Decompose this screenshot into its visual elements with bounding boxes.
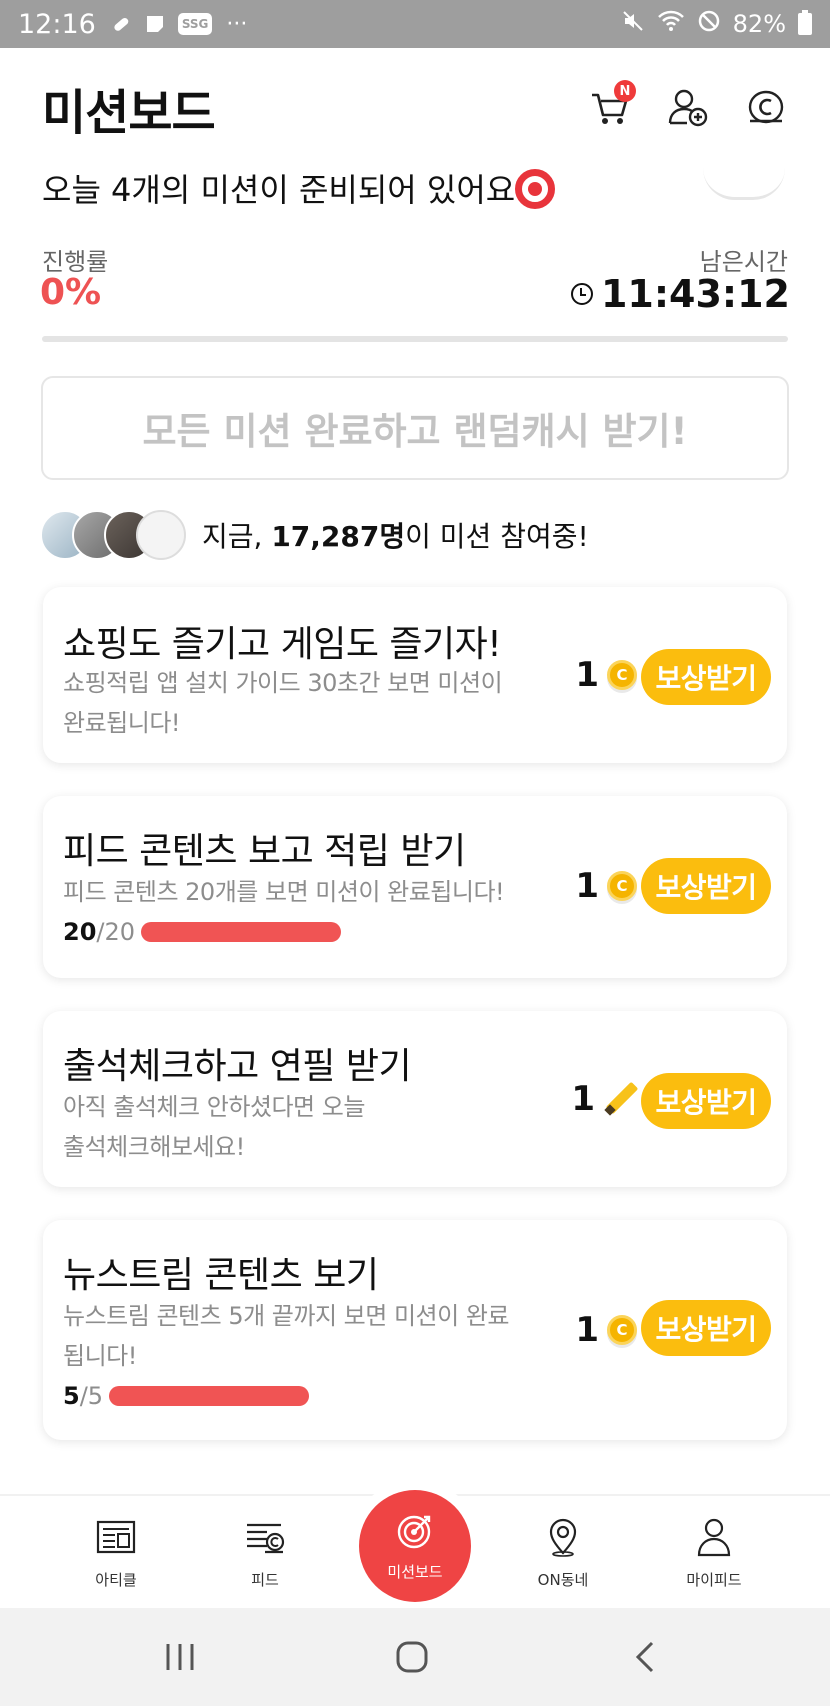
system-navigation-bar [0,1608,830,1706]
wifi-icon [657,9,685,39]
page-title: 미션보드 [42,85,216,141]
battery-icon [798,10,812,35]
mission-progress-bar [109,1386,310,1406]
cash-coin-icon [748,90,784,124]
nav-missionboard[interactable]: 미션보드 [359,1490,471,1602]
pill-icon [110,13,132,35]
add-friend-button[interactable] [666,86,710,130]
remaining-time-value: 11:43:12 [600,272,790,316]
more-notifications-icon: ··· [226,11,248,37]
mission-progress: 20/20 [63,918,342,946]
mission-intro-text: 오늘 4개의 미션이 준비되어 있어요 [42,171,516,209]
mission-reward: 1 C [575,1310,637,1350]
do-not-disturb-icon [697,9,721,39]
mission-card: 뉴스트림 콘텐츠 보기 뉴스트림 콘텐츠 5개 끝까지 보면 미션이 완료됩니다… [43,1220,787,1440]
nav-on-neighborhood[interactable]: ON동네 [503,1496,623,1610]
app-header: 미션보드 N [0,48,830,168]
mission-progress-bar [141,922,342,942]
status-bar: 12:16 SSG ··· 82% [0,0,830,48]
progress-value: 0% [40,272,102,313]
reward-amount: 1 [575,1310,599,1350]
cash-button[interactable] [744,86,788,130]
reward-amount: 1 [575,655,599,695]
mission-card: 피드 콘텐츠 보고 적립 받기 피드 콘텐츠 20개를 보면 미션이 완료됩니다… [43,796,787,978]
mission-reward: 1 C [575,655,637,695]
progress-total: /20 [96,918,136,946]
note-icon [144,13,166,35]
mission-description: 아직 출석체크 안하셨다면 오늘 출석체크해보세요! [63,1093,365,1161]
remaining-time: 11:43:12 [570,272,790,316]
claim-reward-button[interactable]: 보상받기 [641,1300,771,1356]
new-badge: N [614,80,636,102]
coin-icon: C [607,871,637,901]
claim-reward-button[interactable]: 보상받기 [641,649,771,705]
coin-icon: C [607,1315,637,1345]
mission-title: 쇼핑도 즐기고 게임도 즐기자! [63,624,502,665]
clock-icon [570,283,593,305]
mission-reward: 1 C [575,866,637,906]
recent-apps-button[interactable] [135,1608,225,1706]
status-time: 12:16 [18,8,96,40]
mission-description: 쇼핑적립 앱 설치 가이드 30초간 보면 미션이 완료됩니다! [63,669,503,737]
back-button[interactable] [600,1608,690,1706]
add-user-icon [668,89,708,127]
reward-amount: 1 [575,866,599,906]
coin-icon: C [607,660,637,690]
recent-apps-icon [166,1644,194,1670]
complete-all-reward-button[interactable]: 모든 미션 완료하고 랜덤캐시 받기! [41,376,789,480]
mute-icon [621,9,645,39]
mission-card: 출석체크하고 연필 받기 아직 출석체크 안하셨다면 오늘 출석체크해보세요! … [43,1011,787,1187]
mission-reward: 1 [571,1079,637,1119]
nav-label: 아티클 [95,1570,137,1589]
target-icon [395,1511,435,1555]
nav-feed[interactable]: 피드 [205,1496,325,1610]
claim-reward-button[interactable]: 보상받기 [641,1073,771,1129]
decorative-arc [703,168,785,200]
home-button[interactable] [367,1608,457,1706]
home-icon [396,1641,428,1673]
participants-text: 지금, 17,287명이 미션 참여중! [202,515,589,555]
participants-row: 지금, 17,287명이 미션 참여중! [40,510,589,560]
target-icon [515,169,556,209]
nav-my-feed[interactable]: 마이피드 [654,1496,774,1610]
mission-card: 쇼핑도 즐기고 게임도 즐기자! 쇼핑적립 앱 설치 가이드 30초간 보면 미… [43,587,787,763]
mission-title: 피드 콘텐츠 보고 적립 받기 [63,831,466,872]
participants-count: 17,287명 [271,520,406,553]
article-icon [94,1517,138,1561]
progress-done: 20 [63,918,97,946]
progress-total: /5 [79,1382,104,1410]
reward-amount: 1 [571,1079,595,1119]
progress-done: 5 [63,1382,80,1410]
mission-description: 뉴스트림 콘텐츠 5개 끝까지 보면 미션이 완료됩니다! [63,1302,509,1370]
mission-title: 뉴스트림 콘텐츠 보기 [63,1255,379,1296]
cart-button[interactable]: N [588,80,636,130]
nav-label: 피드 [251,1570,279,1589]
avatar [136,510,186,560]
progress-bar [42,336,788,342]
ssg-app-icon: SSG [177,13,213,35]
mission-intro: 오늘 4개의 미션이 준비되어 있어요 [42,165,556,211]
nav-article[interactable]: 아티클 [56,1496,176,1610]
battery-percent: 82% [732,10,786,38]
mission-description: 피드 콘텐츠 20개를 보면 미션이 완료됩니다! [63,878,505,906]
feed-icon [243,1517,287,1561]
participants-suffix: 이 미션 참여중! [405,520,589,553]
claim-reward-button[interactable]: 보상받기 [641,858,771,914]
pencil-icon [603,1082,637,1116]
participants-prefix: 지금, [202,520,272,553]
user-icon [692,1517,736,1561]
mission-title: 출석체크하고 연필 받기 [63,1046,412,1087]
back-icon [635,1641,654,1673]
nav-label: 마이피드 [686,1570,742,1589]
nav-label: 미션보드 [387,1562,443,1581]
nav-label: ON동네 [537,1570,589,1589]
mission-progress: 5/5 [63,1382,310,1410]
location-pin-icon [541,1517,585,1561]
